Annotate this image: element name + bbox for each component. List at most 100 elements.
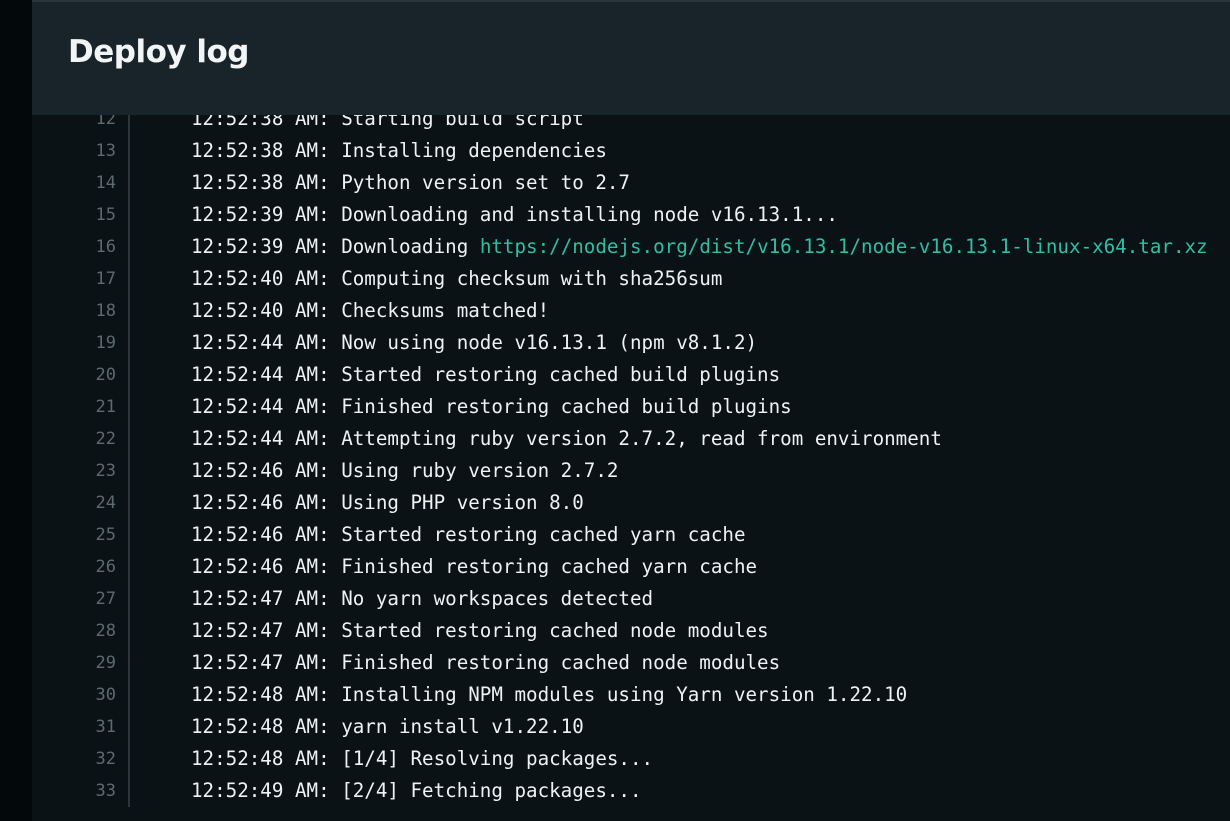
line-gutter-divider xyxy=(128,423,130,455)
line-number[interactable]: 31 xyxy=(32,711,116,743)
log-line-text: 12:52:46 AM: Using PHP version 8.0 xyxy=(191,487,584,519)
log-line-text: 12:52:39 AM: Downloading https://nodejs.… xyxy=(191,231,1208,263)
log-message: Finished restoring cached node modules xyxy=(341,651,781,674)
log-line: 20 12:52:44 AM: Started restoring cached … xyxy=(32,359,1230,391)
log-line-text: 12:52:38 AM: Python version set to 2.7 xyxy=(191,167,630,199)
line-gutter-divider xyxy=(128,199,130,231)
log-line-text: 12:52:44 AM: Attempting ruby version 2.7… xyxy=(191,423,942,455)
deploy-log-viewer[interactable]: 12 12:52:38 AM: Starting build script 13 12… xyxy=(32,103,1230,821)
log-line-text: 12:52:40 AM: Checksums matched! xyxy=(191,295,549,327)
line-gutter-divider xyxy=(128,295,130,327)
log-message: Started restoring cached node modules xyxy=(341,619,769,642)
log-line-text: 12:52:48 AM: yarn install v1.22.10 xyxy=(191,711,584,743)
line-number[interactable]: 16 xyxy=(32,231,116,263)
line-number[interactable]: 19 xyxy=(32,327,116,359)
line-gutter-divider xyxy=(128,551,130,583)
log-line-text: 12:52:47 AM: Started restoring cached no… xyxy=(191,615,769,647)
log-message: [2/4] Fetching packages... xyxy=(341,779,642,802)
line-number[interactable]: 28 xyxy=(32,615,116,647)
log-link[interactable]: https://nodejs.org/dist/v16.13.1/node-v1… xyxy=(480,235,1208,258)
log-line-text: 12:52:44 AM: Started restoring cached bu… xyxy=(191,359,780,391)
log-line: 29 12:52:47 AM: Finished restoring cached… xyxy=(32,647,1230,679)
log-line: 24 12:52:46 AM: Using PHP version 8.0 xyxy=(32,487,1230,519)
log-message: Finished restoring cached build plugins xyxy=(341,395,792,418)
log-line-text: 12:52:46 AM: Started restoring cached ya… xyxy=(191,519,746,551)
log-line: 30 12:52:48 AM: Installing NPM modules us… xyxy=(32,679,1230,711)
line-number[interactable]: 15 xyxy=(32,199,116,231)
log-line-text: 12:52:46 AM: Using ruby version 2.7.2 xyxy=(191,455,618,487)
line-gutter-divider xyxy=(128,487,130,519)
log-message: yarn install v1.22.10 xyxy=(341,715,584,738)
log-message: Started restoring cached build plugins xyxy=(341,363,781,386)
log-lines: 12 12:52:38 AM: Starting build script 13 12… xyxy=(32,103,1230,807)
log-line: 33 12:52:49 AM: [2/4] Fetching packages..… xyxy=(32,775,1230,807)
line-gutter-divider xyxy=(128,775,130,807)
left-edge-strip xyxy=(0,0,32,821)
log-message: Computing checksum with sha256sum xyxy=(341,267,723,290)
line-gutter-divider xyxy=(128,519,130,551)
log-message: Using PHP version 8.0 xyxy=(341,491,584,514)
line-number[interactable]: 20 xyxy=(32,359,116,391)
line-gutter-divider xyxy=(128,327,130,359)
line-gutter-divider xyxy=(128,135,130,167)
log-line-text: 12:52:44 AM: Now using node v16.13.1 (np… xyxy=(191,327,757,359)
log-line-text: 12:52:47 AM: No yarn workspaces detected xyxy=(191,583,653,615)
log-timestamp: 12:52:47 AM: xyxy=(191,619,330,642)
log-timestamp: 12:52:46 AM: xyxy=(191,459,330,482)
log-message: Checksums matched! xyxy=(341,299,550,322)
line-gutter-divider xyxy=(128,359,130,391)
log-line: 17 12:52:40 AM: Computing checksum with s… xyxy=(32,263,1230,295)
page-title: Deploy log xyxy=(68,34,250,70)
line-number[interactable]: 27 xyxy=(32,583,116,615)
log-line: 32 12:52:48 AM: [1/4] Resolving packages.… xyxy=(32,743,1230,775)
log-message: Using ruby version 2.7.2 xyxy=(341,459,619,482)
log-timestamp: 12:52:44 AM: xyxy=(191,395,330,418)
log-line: 27 12:52:47 AM: No yarn workspaces detect… xyxy=(32,583,1230,615)
line-number[interactable]: 17 xyxy=(32,263,116,295)
log-line-text: 12:52:39 AM: Downloading and installing … xyxy=(191,199,838,231)
log-line-text: 12:52:48 AM: Installing NPM modules usin… xyxy=(191,679,907,711)
line-gutter-divider xyxy=(128,583,130,615)
log-timestamp: 12:52:44 AM: xyxy=(191,427,330,450)
log-line: 31 12:52:48 AM: yarn install v1.22.10 xyxy=(32,711,1230,743)
line-gutter-divider xyxy=(128,711,130,743)
line-number[interactable]: 22 xyxy=(32,423,116,455)
line-gutter-divider xyxy=(128,231,130,263)
log-message: Downloading and installing node v16.13.1… xyxy=(341,203,838,226)
log-timestamp: 12:52:46 AM: xyxy=(191,555,330,578)
log-timestamp: 12:52:38 AM: xyxy=(191,171,330,194)
line-number[interactable]: 29 xyxy=(32,647,116,679)
line-gutter-divider xyxy=(128,263,130,295)
log-line-text: 12:52:49 AM: [2/4] Fetching packages... xyxy=(191,775,642,807)
line-number[interactable]: 21 xyxy=(32,391,116,423)
log-timestamp: 12:52:39 AM: xyxy=(191,203,330,226)
log-timestamp: 12:52:44 AM: xyxy=(191,331,330,354)
log-timestamp: 12:52:48 AM: xyxy=(191,715,330,738)
log-timestamp: 12:52:46 AM: xyxy=(191,523,330,546)
line-number[interactable]: 23 xyxy=(32,455,116,487)
line-number[interactable]: 32 xyxy=(32,743,116,775)
line-gutter-divider xyxy=(128,679,130,711)
line-gutter-divider xyxy=(128,391,130,423)
log-timestamp: 12:52:47 AM: xyxy=(191,587,330,610)
deploy-log-panel: 12 12:52:38 AM: Starting build script 13 12… xyxy=(32,0,1230,821)
line-gutter-divider xyxy=(128,615,130,647)
log-timestamp: 12:52:48 AM: xyxy=(191,747,330,770)
line-number[interactable]: 13 xyxy=(32,135,116,167)
line-gutter-divider xyxy=(128,647,130,679)
line-number[interactable]: 33 xyxy=(32,775,116,807)
log-timestamp: 12:52:40 AM: xyxy=(191,299,330,322)
log-line-text: 12:52:46 AM: Finished restoring cached y… xyxy=(191,551,757,583)
log-line: 14 12:52:38 AM: Python version set to 2.7 xyxy=(32,167,1230,199)
log-line: 18 12:52:40 AM: Checksums matched! xyxy=(32,295,1230,327)
line-number[interactable]: 30 xyxy=(32,679,116,711)
log-line-text: 12:52:47 AM: Finished restoring cached n… xyxy=(191,647,780,679)
log-message: Attempting ruby version 2.7.2, read from… xyxy=(341,427,942,450)
log-line: 23 12:52:46 AM: Using ruby version 2.7.2 xyxy=(32,455,1230,487)
line-number[interactable]: 25 xyxy=(32,519,116,551)
line-number[interactable]: 26 xyxy=(32,551,116,583)
line-number[interactable]: 14 xyxy=(32,167,116,199)
line-number[interactable]: 24 xyxy=(32,487,116,519)
line-number[interactable]: 18 xyxy=(32,295,116,327)
log-message: Installing NPM modules using Yarn versio… xyxy=(341,683,908,706)
